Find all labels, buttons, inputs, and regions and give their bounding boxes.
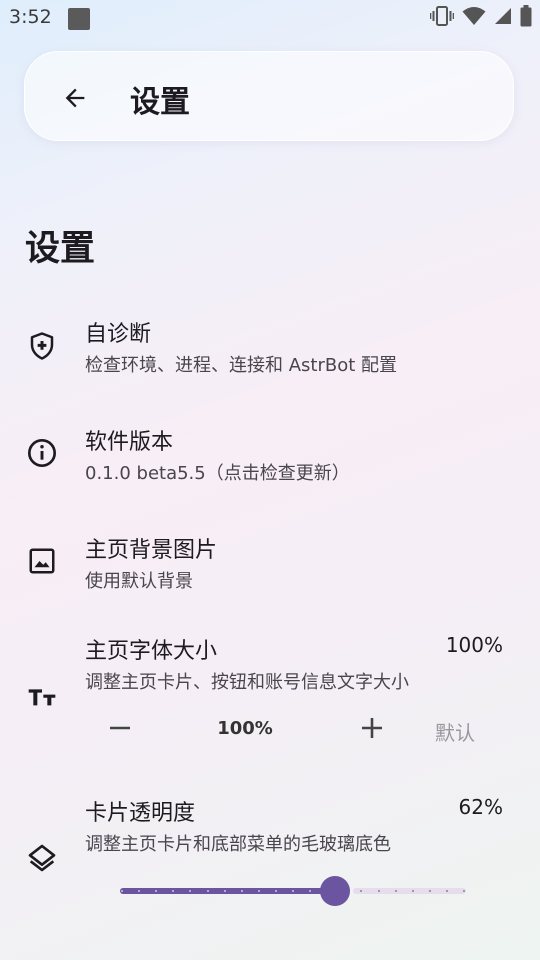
setting-value: 62% <box>458 795 503 819</box>
setting-title: 卡片透明度 <box>85 801 196 826</box>
opacity-slider[interactable] <box>118 872 468 910</box>
setting-subtitle: 0.1.0 beta5.5（点击检查更新） <box>85 463 350 484</box>
slider-tick <box>377 890 380 892</box>
info-icon <box>26 437 58 469</box>
text-size-icon <box>26 680 58 712</box>
slider-tick <box>223 890 226 892</box>
font-size-value: 100% <box>217 718 273 739</box>
setting-title: 自诊断 <box>85 322 152 347</box>
slider-tick <box>274 890 277 892</box>
slider-tick <box>257 890 260 892</box>
section-title: 设置 <box>25 229 96 269</box>
slider-tick <box>445 890 448 892</box>
shield-plus-icon <box>26 330 58 362</box>
app-bar-title: 设置 <box>130 85 190 120</box>
back-button[interactable] <box>55 78 95 118</box>
setting-subtitle: 调整主页卡片、按钮和账号信息文字大小 <box>85 672 409 693</box>
status-time: 3:52 <box>9 6 52 28</box>
vibrate-icon <box>430 6 454 26</box>
slider-tick <box>240 890 243 892</box>
setting-title: 软件版本 <box>85 430 174 455</box>
slider-tick <box>411 890 414 892</box>
layers-icon <box>26 842 58 874</box>
slider-tick <box>121 890 123 892</box>
slider-tick <box>394 890 397 892</box>
signal-icon <box>495 8 511 24</box>
setting-subtitle: 使用默认背景 <box>85 571 193 592</box>
status-icons <box>430 5 532 27</box>
slider-thumb[interactable] <box>319 876 350 906</box>
plus-icon <box>362 718 382 738</box>
reset-default-button[interactable]: 默认 <box>435 717 475 746</box>
increase-font-button[interactable] <box>356 712 388 744</box>
arrow-back-icon <box>65 88 85 108</box>
setting-subtitle: 调整主页卡片和底部菜单的毛玻璃底色 <box>85 834 391 855</box>
notification-icon <box>68 8 90 30</box>
slider-tick <box>206 890 209 892</box>
slider-tick <box>292 890 294 892</box>
decrease-font-button[interactable] <box>104 712 136 744</box>
setting-subtitle: 检查环境、进程、连接和 AstrBot 配置 <box>85 355 398 376</box>
battery-icon <box>520 5 532 27</box>
top-app-bar: 设置 <box>24 51 514 141</box>
setting-item-software-version[interactable]: 软件版本 0.1.0 beta5.5（点击检查更新） <box>0 408 540 508</box>
status-bar: 3:52 <box>0 0 540 36</box>
setting-title: 主页字体大小 <box>85 639 218 664</box>
setting-title: 主页背景图片 <box>85 538 218 563</box>
image-icon <box>26 545 58 577</box>
slider-tick <box>428 890 431 892</box>
minus-icon <box>110 726 130 730</box>
setting-value: 100% <box>445 633 503 657</box>
wifi-icon <box>462 7 486 25</box>
slider-tick <box>463 890 465 892</box>
slider-inactive-track <box>352 888 466 894</box>
setting-item-self-diagnosis[interactable]: 自诊断 检查环境、进程、连接和 AstrBot 配置 <box>0 300 540 400</box>
setting-item-home-background[interactable]: 主页背景图片 使用默认背景 <box>0 516 540 616</box>
